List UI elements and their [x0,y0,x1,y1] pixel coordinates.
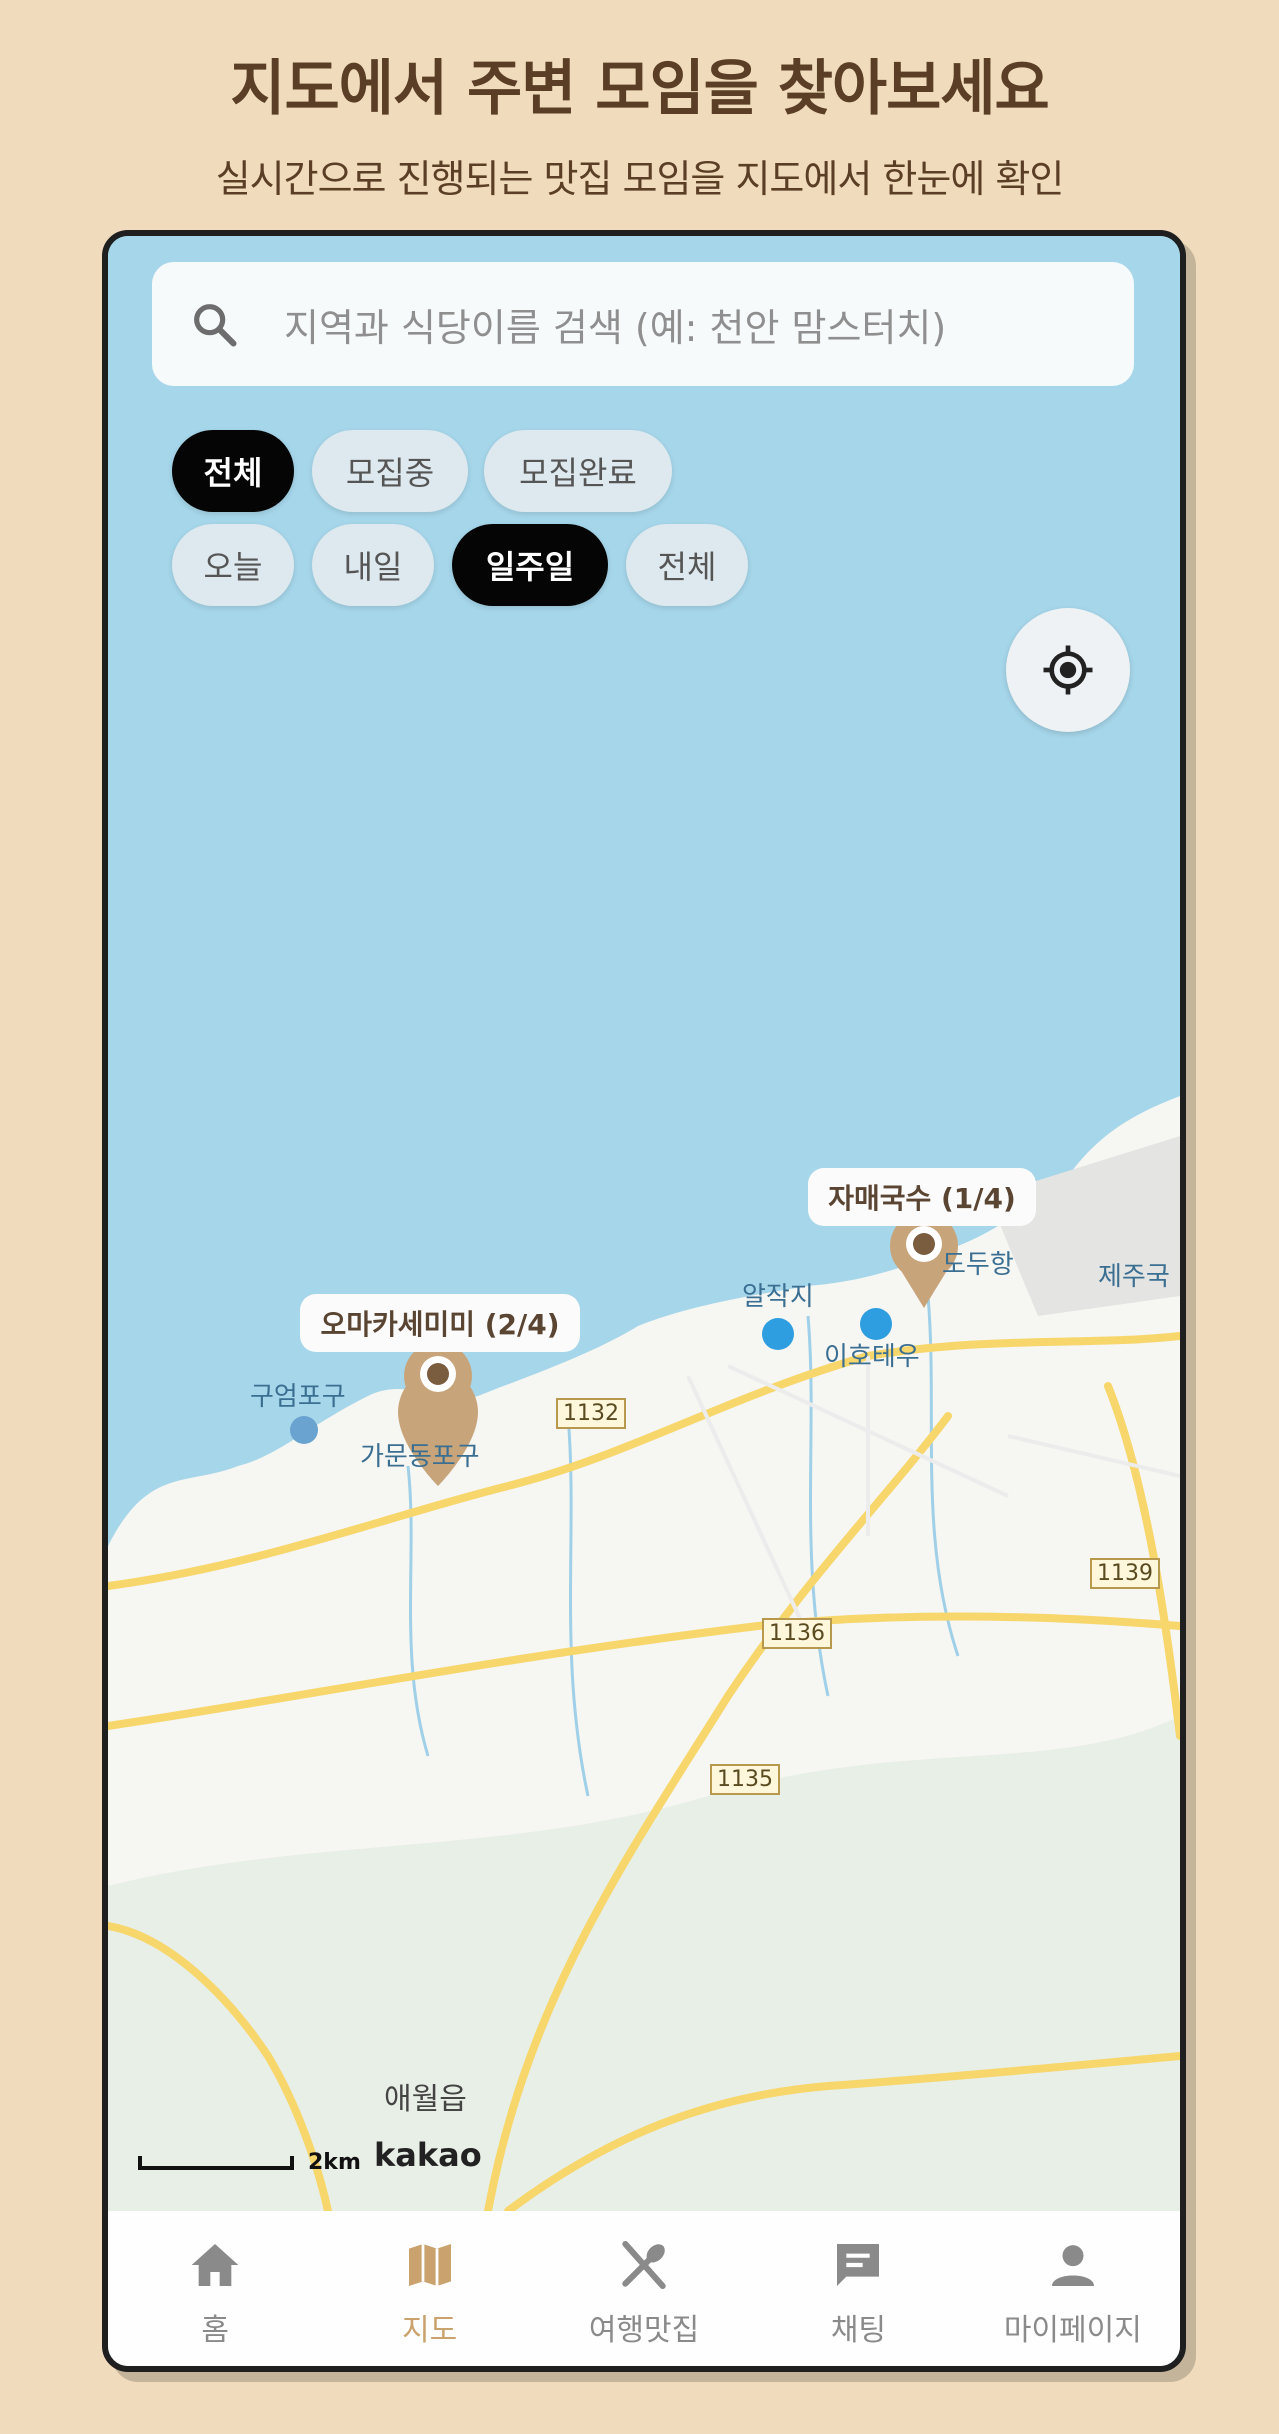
filter-chip-period-all[interactable]: 전체 [626,524,748,606]
tab-label: 홈 [201,2313,229,2348]
utensils-icon [622,2240,666,2290]
tab-restaurants[interactable]: 여행맛집 [537,2211,751,2366]
marker-label[interactable]: 오마카세미미 (2/4) [300,1294,580,1352]
map-place-label: 알작지 [742,1282,814,1312]
map-icon [408,2244,451,2286]
map-place-label: 제주국 [1098,1262,1170,1292]
filter-chip-tomorrow[interactable]: 내일 [312,524,434,606]
road-number: 1136 [762,1618,832,1649]
locate-me-button[interactable] [1006,608,1130,732]
page-title: 지도에서 주변 모임을 찾아보세요 [230,54,1049,124]
tab-map[interactable]: 지도 [322,2211,536,2366]
road-number: 1139 [1090,1558,1160,1589]
search-bar[interactable]: 지역과 식당이름 검색 (예: 천안 맘스터치) [152,262,1134,386]
filter-chip-status-all[interactable]: 전체 [172,430,294,512]
map-place-label: 애월읍 [384,2082,467,2117]
tab-label: 여행맛집 [588,2313,700,2348]
search-icon [194,304,237,347]
map-place-label: 가문동포구 [360,1442,480,1472]
page-subtitle: 실시간으로 진행되는 맛집 모임을 지도에서 한눈에 확인 [215,157,1065,201]
bottom-tab-bar: 홈 지도 여행맛집 채팅 마이페이지 [108,2211,1180,2366]
crosshair-icon [1043,645,1093,695]
tab-label: 지도 [402,2313,458,2348]
chat-icon [837,2244,880,2286]
filter-chip-today[interactable]: 오늘 [172,524,294,606]
map-place-label: 구엄포구 [250,1382,346,1412]
road-number: 1135 [710,1764,780,1795]
tab-label: 마이페이지 [1003,2313,1142,2348]
filter-chip-week[interactable]: 일주일 [452,524,608,606]
filter-chip-closed[interactable]: 모집완료 [484,430,672,512]
tab-label: 채팅 [830,2313,887,2348]
phone-frame: 오마카세미미 (2/4) 자매국수 (1/4) 구엄포구 가문동포구 알작지 이… [102,230,1186,2372]
map-place-label: 이호테우 [824,1342,920,1372]
filter-chip-recruiting[interactable]: 모집중 [312,430,468,512]
map-place-label: 도두항 [942,1250,1014,1280]
map-provider-logo: kakao [374,2136,482,2174]
tab-mypage[interactable]: 마이페이지 [966,2211,1180,2366]
road-number: 1132 [556,1398,626,1429]
search-input[interactable]: 지역과 식당이름 검색 (예: 천안 맘스터치) [284,297,946,352]
marker-label[interactable]: 자매국수 (1/4) [808,1168,1036,1226]
home-icon [191,2244,239,2286]
tab-chat[interactable]: 채팅 [751,2211,965,2366]
person-icon [1051,2245,1094,2286]
tab-home[interactable]: 홈 [108,2211,322,2366]
